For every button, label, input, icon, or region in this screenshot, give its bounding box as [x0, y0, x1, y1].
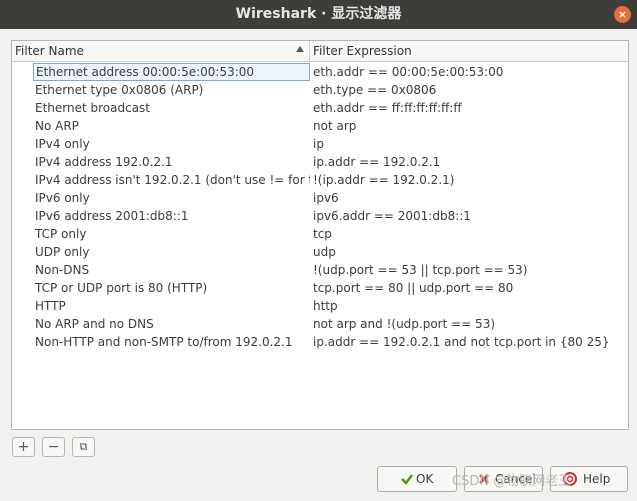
ok-label: OK: [416, 472, 434, 486]
filter-name-cell[interactable]: IPv6 only: [33, 189, 310, 207]
table-row[interactable]: UDP only udp: [12, 243, 628, 261]
filter-expression-cell[interactable]: not arp and !(udp.port == 53): [311, 315, 626, 333]
filter-expression-cell[interactable]: !(ip.addr == 192.0.2.1): [311, 171, 626, 189]
table-row[interactable]: Non-DNS !(udp.port == 53 || tcp.port == 5…: [12, 261, 628, 279]
filter-expression-cell[interactable]: tcp: [311, 225, 626, 243]
column-header-filter-name[interactable]: Filter Name: [12, 41, 310, 61]
table-row[interactable]: No ARP and no DNS not arp and !(udp.port …: [12, 315, 628, 333]
filter-expression-cell[interactable]: not arp: [311, 117, 626, 135]
ok-button[interactable]: OK: [377, 466, 457, 492]
copy-icon: ⧉: [79, 440, 88, 453]
filter-expression-cell[interactable]: http: [311, 297, 626, 315]
close-icon[interactable]: ×: [614, 6, 631, 23]
watermark: CSDN @物联网老王: [452, 474, 572, 489]
table-row[interactable]: Ethernet type 0x0806 (ARP) eth.type == 0x…: [12, 81, 628, 99]
checkmark-icon: [401, 474, 413, 485]
window-title: Wireshark · 显示过滤器: [235, 6, 402, 22]
copy-filter-button[interactable]: ⧉: [72, 437, 95, 457]
table-row[interactable]: Ethernet address 00:00:5e:00:53:00 eth.ad…: [12, 63, 628, 81]
table-row[interactable]: HTTP http: [12, 297, 628, 315]
filter-expression-cell[interactable]: eth.addr == 00:00:5e:00:53:00: [311, 63, 626, 81]
remove-filter-button[interactable]: −: [42, 437, 65, 457]
table-row[interactable]: Ethernet broadcast eth.addr == ff:ff:ff:f…: [12, 99, 628, 117]
filter-name-cell[interactable]: Ethernet type 0x0806 (ARP): [33, 81, 310, 99]
filter-name-cell[interactable]: IPv4 address isn't 192.0.2.1 (don't use …: [33, 171, 310, 189]
plus-icon: +: [17, 439, 30, 455]
filter-name-cell[interactable]: Ethernet address 00:00:5e:00:53:00: [33, 63, 310, 81]
filter-name-cell[interactable]: No ARP: [33, 117, 310, 135]
table-row[interactable]: IPv6 address 2001:db8::1 ipv6.addr == 200…: [12, 207, 628, 225]
table-row[interactable]: No ARP not arp: [12, 117, 628, 135]
filter-name-cell[interactable]: IPv6 address 2001:db8::1: [33, 207, 310, 225]
table-row[interactable]: IPv4 only ip: [12, 135, 628, 153]
table-row[interactable]: IPv4 address isn't 192.0.2.1 (don't use …: [12, 171, 628, 189]
minus-icon: −: [47, 439, 60, 455]
table-row[interactable]: Non-HTTP and non-SMTP to/from 192.0.2.1 i…: [12, 333, 628, 351]
filter-name-cell[interactable]: Ethernet broadcast: [33, 99, 310, 117]
sort-ascending-icon: [296, 46, 304, 52]
filter-name-cell[interactable]: IPv4 address 192.0.2.1: [33, 153, 310, 171]
filter-name-cell[interactable]: Non-HTTP and non-SMTP to/from 192.0.2.1: [33, 333, 310, 351]
help-label: Help: [583, 472, 611, 486]
table-row[interactable]: TCP or UDP port is 80 (HTTP) tcp.port == …: [12, 279, 628, 297]
filter-name-cell[interactable]: No ARP and no DNS: [33, 315, 310, 333]
filter-name-cell[interactable]: HTTP: [33, 297, 310, 315]
window-titlebar: Wireshark · 显示过滤器 ×: [0, 0, 637, 29]
table-row[interactable]: TCP only tcp: [12, 225, 628, 243]
filter-expression-cell[interactable]: !(udp.port == 53 || tcp.port == 53): [311, 261, 626, 279]
add-filter-button[interactable]: +: [12, 437, 35, 457]
filter-name-cell[interactable]: UDP only: [33, 243, 310, 261]
filter-name-cell[interactable]: TCP only: [33, 225, 310, 243]
filter-expression-cell[interactable]: udp: [311, 243, 626, 261]
filter-expression-cell[interactable]: tcp.port == 80 || udp.port == 80: [311, 279, 626, 297]
filter-name-cell[interactable]: TCP or UDP port is 80 (HTTP): [33, 279, 310, 297]
filter-name-cell[interactable]: IPv4 only: [33, 135, 310, 153]
filter-expression-cell[interactable]: eth.type == 0x0806: [311, 81, 626, 99]
filter-expression-cell[interactable]: eth.addr == ff:ff:ff:ff:ff:ff: [311, 99, 626, 117]
table-row[interactable]: IPv4 address 192.0.2.1 ip.addr == 192.0.2…: [12, 153, 628, 171]
table-header: Filter Name Filter Expression: [12, 41, 628, 62]
filter-expression-cell[interactable]: ip: [311, 135, 626, 153]
column-header-filter-expression[interactable]: Filter Expression: [310, 41, 628, 61]
filter-expression-cell[interactable]: ip.addr == 192.0.2.1: [311, 153, 626, 171]
filter-expression-cell[interactable]: ipv6: [311, 189, 626, 207]
filter-table: Filter Name Filter Expression Ethernet a…: [11, 40, 629, 430]
table-row[interactable]: IPv6 only ipv6: [12, 189, 628, 207]
filter-expression-cell[interactable]: ip.addr == 192.0.2.1 and not tcp.port in…: [311, 333, 626, 351]
filter-dialog: Wireshark · 显示过滤器 × Filter Name Filter E…: [0, 0, 637, 501]
filter-expression-cell[interactable]: ipv6.addr == 2001:db8::1: [311, 207, 626, 225]
filter-name-cell[interactable]: Non-DNS: [33, 261, 310, 279]
